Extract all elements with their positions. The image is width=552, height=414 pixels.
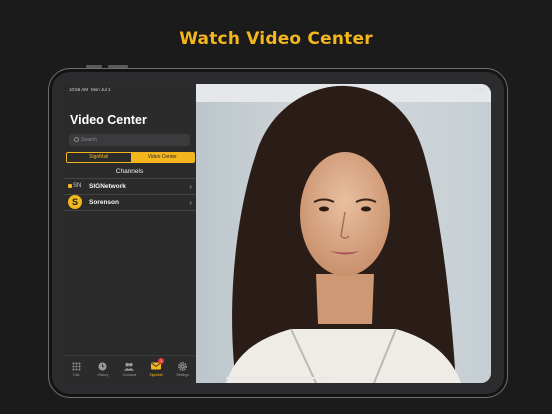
tab-dial[interactable]: Dial [63, 356, 90, 383]
chevron-right-icon: › [189, 197, 192, 207]
signmail-icon: 1 [151, 358, 165, 371]
video-player[interactable] [196, 84, 491, 383]
channel-row-sorenson[interactable]: S Sorenson › [63, 194, 196, 210]
headline: Watch Video Center [179, 29, 373, 49]
tab-bar: Dial History Contacts 1 SignMail Setting… [63, 355, 196, 383]
tab-label: SignMail [149, 373, 163, 377]
keypad-icon [71, 361, 81, 371]
tab-signmail[interactable]: 1 SignMail [143, 356, 170, 383]
status-battery: ≋ 64% [470, 87, 485, 92]
segment-video-center[interactable]: Video Center [130, 153, 194, 162]
status-date: Mon Jul 1 [91, 87, 111, 92]
people-icon [124, 361, 135, 371]
tab-contacts[interactable]: Contacts [116, 356, 143, 383]
page-title: Video Center [70, 113, 147, 127]
sorenson-logo-icon: S [68, 195, 82, 209]
tab-settings[interactable]: Settings [169, 356, 196, 383]
channel-row-signetwork[interactable]: SN SIGNetwork › [63, 178, 196, 194]
gear-icon [178, 361, 188, 371]
channel-name: Sorenson [89, 198, 119, 206]
video-frame [196, 84, 491, 383]
signetwork-logo-icon: SN [68, 182, 84, 191]
divider [63, 210, 196, 211]
tab-label: History [97, 373, 109, 377]
segmented-control[interactable]: SignMail Video Center [66, 152, 195, 163]
home-indicator [226, 377, 336, 379]
tab-label: Dial [73, 373, 80, 377]
badge: 1 [158, 358, 165, 364]
status-time: 10:56 AM [69, 87, 89, 92]
search-input[interactable]: Search [69, 134, 190, 146]
segment-signmail[interactable]: SignMail [67, 153, 131, 162]
clock-icon [98, 361, 108, 371]
screen: 10:56 AM Mon Jul 1 Video Center Search S… [63, 84, 491, 383]
tab-history[interactable]: History [90, 356, 117, 383]
volume-button [108, 65, 128, 68]
channel-name: SIGNetwork [89, 182, 126, 190]
search-icon [74, 137, 79, 143]
search-placeholder: Search [81, 137, 97, 143]
channels-header: Channels [115, 168, 144, 175]
chevron-right-icon: › [189, 181, 192, 191]
tab-label: Settings [176, 373, 189, 377]
sidebar: 10:56 AM Mon Jul 1 Video Center Search S… [63, 84, 196, 383]
tab-label: Contacts [122, 373, 137, 377]
top-button [86, 65, 102, 68]
